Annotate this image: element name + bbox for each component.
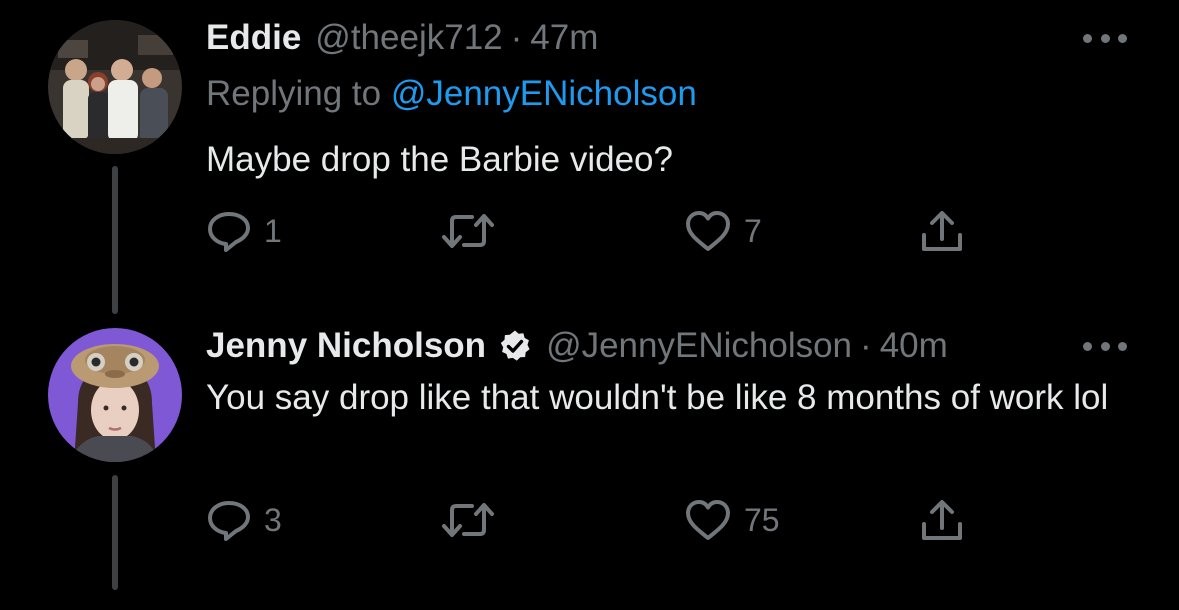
tweet-1[interactable]: Eddie @theejk712 · 47m Replying to @Jenn… — [0, 0, 1179, 314]
replying-label: Replying to — [206, 74, 391, 113]
share-button[interactable] — [919, 498, 965, 542]
group-photo-avatar-icon — [48, 20, 182, 154]
reply-button[interactable]: 1 — [206, 209, 282, 253]
tweet-header: Eddie @theejk712 · 47m — [206, 18, 598, 58]
share-icon — [922, 211, 962, 251]
separator-dot: · — [860, 326, 872, 365]
retweet-button[interactable] — [440, 498, 508, 542]
display-name[interactable]: Jenny Nicholson — [206, 326, 486, 366]
user-handle[interactable]: @JennyENicholson — [546, 326, 852, 366]
mention-link[interactable]: @JennyENicholson — [391, 74, 697, 113]
reply-icon — [208, 212, 250, 252]
avatar[interactable] — [48, 20, 182, 154]
action-bar: 3 75 — [206, 498, 966, 542]
reply-count: 3 — [264, 502, 282, 538]
replying-to: Replying to @JennyENicholson — [206, 74, 697, 114]
like-count: 7 — [744, 213, 762, 249]
verified-badge-icon — [500, 330, 530, 361]
action-bar: 1 7 — [206, 209, 966, 253]
more-options-icon[interactable] — [1083, 32, 1127, 44]
timestamp[interactable]: 40m — [880, 326, 948, 366]
display-name[interactable]: Eddie — [206, 18, 301, 58]
tweet-text: Maybe drop the Barbie video? — [206, 140, 673, 179]
heart-icon — [686, 500, 730, 540]
user-handle[interactable]: @theejk712 — [315, 18, 502, 58]
reply-button[interactable]: 3 — [206, 498, 282, 542]
heart-icon — [686, 211, 730, 251]
thread-line — [112, 475, 118, 590]
reply-icon — [208, 501, 250, 541]
reply-count: 1 — [264, 213, 282, 249]
retweet-button[interactable] — [440, 209, 508, 253]
et-hat-avatar-icon — [48, 328, 182, 462]
thread-line — [112, 166, 118, 314]
like-button[interactable]: 75 — [684, 498, 780, 542]
like-count: 75 — [744, 502, 780, 538]
tweet-2[interactable]: Jenny Nicholson @JennyENicholson · 40m Y… — [0, 300, 1179, 610]
like-button[interactable]: 7 — [684, 209, 762, 253]
tweet-text: You say drop like that wouldn't be like … — [206, 378, 1109, 417]
avatar[interactable] — [48, 328, 182, 462]
more-options-icon[interactable] — [1083, 340, 1127, 352]
share-icon — [922, 500, 962, 540]
timestamp[interactable]: 47m — [530, 18, 598, 58]
retweet-icon — [442, 503, 494, 537]
separator-dot: · — [510, 18, 523, 57]
retweet-icon — [442, 214, 494, 248]
share-button[interactable] — [919, 209, 965, 253]
tweet-header: Jenny Nicholson @JennyENicholson · 40m — [206, 326, 948, 366]
